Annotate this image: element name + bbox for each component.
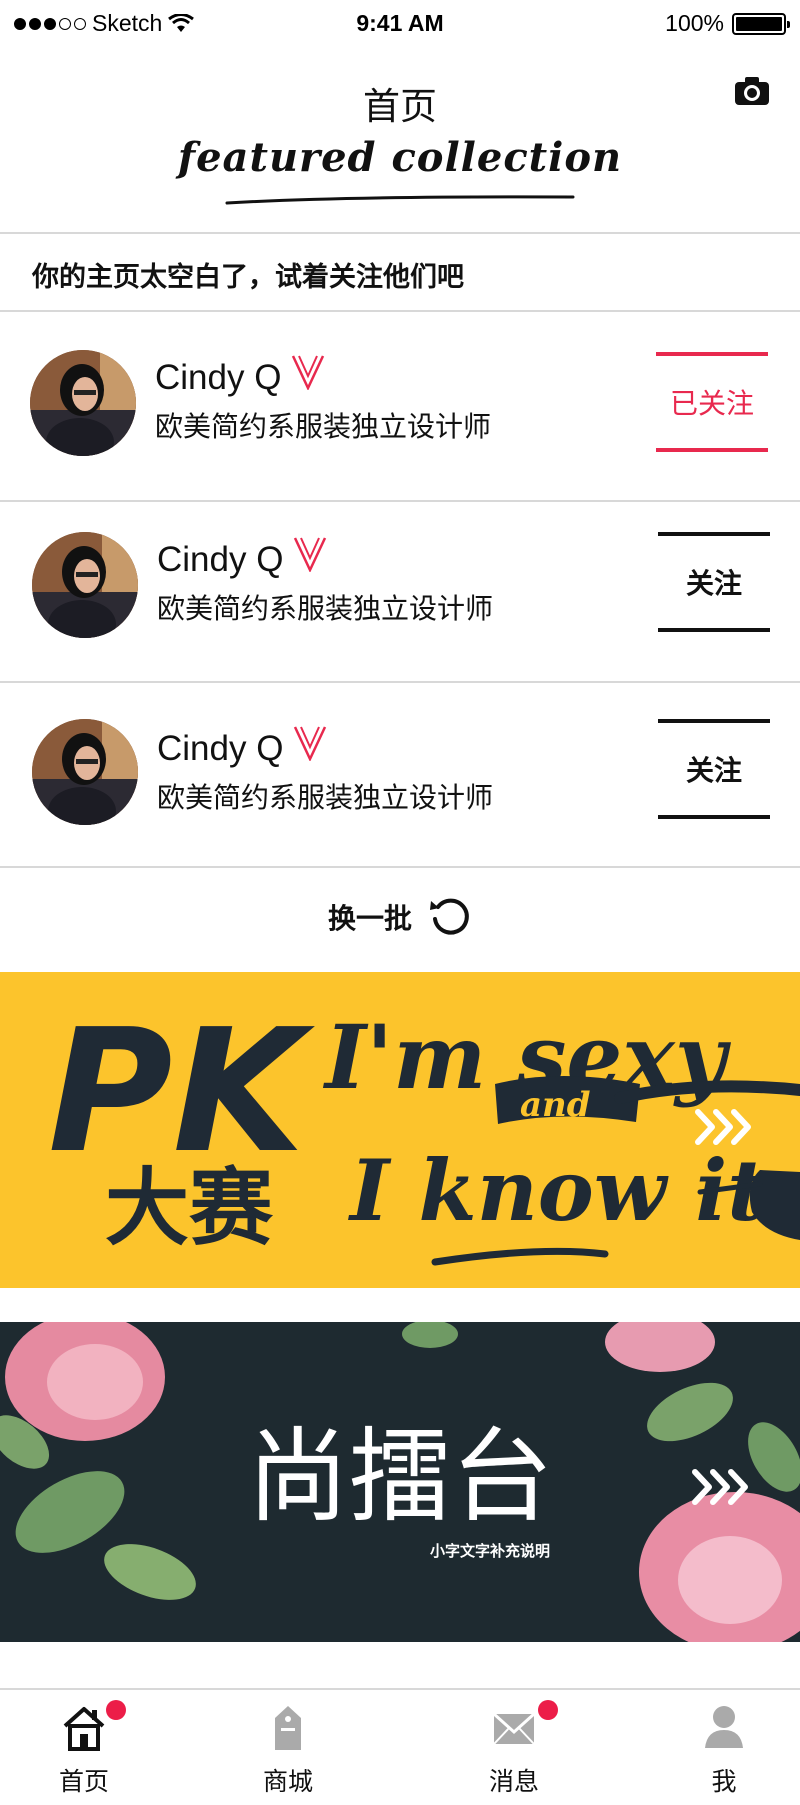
shang-subtitle: 小字文字补充说明 [430,1542,550,1560]
suggested-user-row: Cindy Q 欧美简约系服装独立设计师 关注 [0,683,800,863]
tab-label: 首页 [58,1767,109,1796]
divider [0,866,800,868]
divider [0,232,800,234]
user-bio: 欧美简约系服装独立设计师 [157,592,494,625]
featured-underline [225,195,575,205]
refresh-button[interactable]: 换一批 [0,895,800,939]
notification-badge [538,1700,558,1720]
user-name-text: Cindy Q [155,358,282,397]
notification-badge [106,1700,126,1720]
battery-percent: 100% [665,10,724,36]
shop-tag-icon [275,1706,301,1750]
status-bar: Sketch 9:41 AM 100% [0,0,800,46]
shang-banner-art: 尚擂台 小字文字补充说明 [0,1322,800,1642]
tab-shop[interactable]: 商城 [228,1690,348,1805]
shang-title: 尚擂台 [247,1418,553,1537]
avatar[interactable] [32,532,138,638]
suggested-user-row: Cindy Q 欧美简约系服装独立设计师 关注 [0,502,800,682]
user-name[interactable]: Cindy Q [155,355,325,398]
user-bio: 欧美简约系服装独立设计师 [157,781,494,814]
refresh-label: 换一批 [327,902,412,935]
avatar[interactable] [32,719,138,825]
featured-collection-title: featured collection [177,134,623,181]
follow-button[interactable]: 关注 [658,532,770,632]
followed-button[interactable]: 已关注 [656,352,768,452]
user-bio: 欧美简约系服装独立设计师 [155,410,492,443]
tab-messages[interactable]: 消息 [454,1690,574,1805]
tab-label: 我 [711,1767,737,1796]
user-name[interactable]: Cindy Q [157,537,327,580]
empty-home-hint: 你的主页太空白了，试着关注他们吧 [32,262,464,293]
verified-v-icon [294,726,327,761]
shang-arena-banner[interactable]: 尚擂台 小字文字补充说明 [0,1322,800,1642]
battery-icon [732,12,790,35]
tab-me[interactable]: 我 [664,1690,784,1805]
header: 首页 featured collection [0,46,800,234]
avatar[interactable] [30,350,136,456]
pk-banner-art: PK 大赛 I'm sexy and I know it [0,972,800,1288]
refresh-icon [430,898,469,935]
suggested-user-row: Cindy Q 欧美简约系服装独立设计师 已关注 [0,312,800,492]
home-icon [63,1707,105,1751]
follow-button[interactable]: 关注 [658,719,770,819]
user-name-text: Cindy Q [157,540,284,579]
user-icon [705,1706,743,1748]
page-title: 首页 [363,85,437,128]
verified-v-icon [292,355,325,390]
camera-icon[interactable] [734,76,770,106]
tab-bar: 首页 商城 消息 我 [0,1688,800,1805]
pk-cn-text: 大赛 [105,1159,274,1257]
tab-home[interactable]: 首页 [24,1690,144,1805]
battery-info: 100% [665,10,790,37]
tab-label: 商城 [262,1767,313,1796]
and-text: and [520,1085,591,1125]
user-name-text: Cindy Q [157,729,284,768]
mail-icon [492,1712,536,1745]
pk-contest-banner[interactable]: PK 大赛 I'm sexy and I know it [0,972,800,1288]
user-name[interactable]: Cindy Q [157,726,327,769]
verified-v-icon [294,537,327,572]
tab-label: 消息 [488,1767,539,1796]
